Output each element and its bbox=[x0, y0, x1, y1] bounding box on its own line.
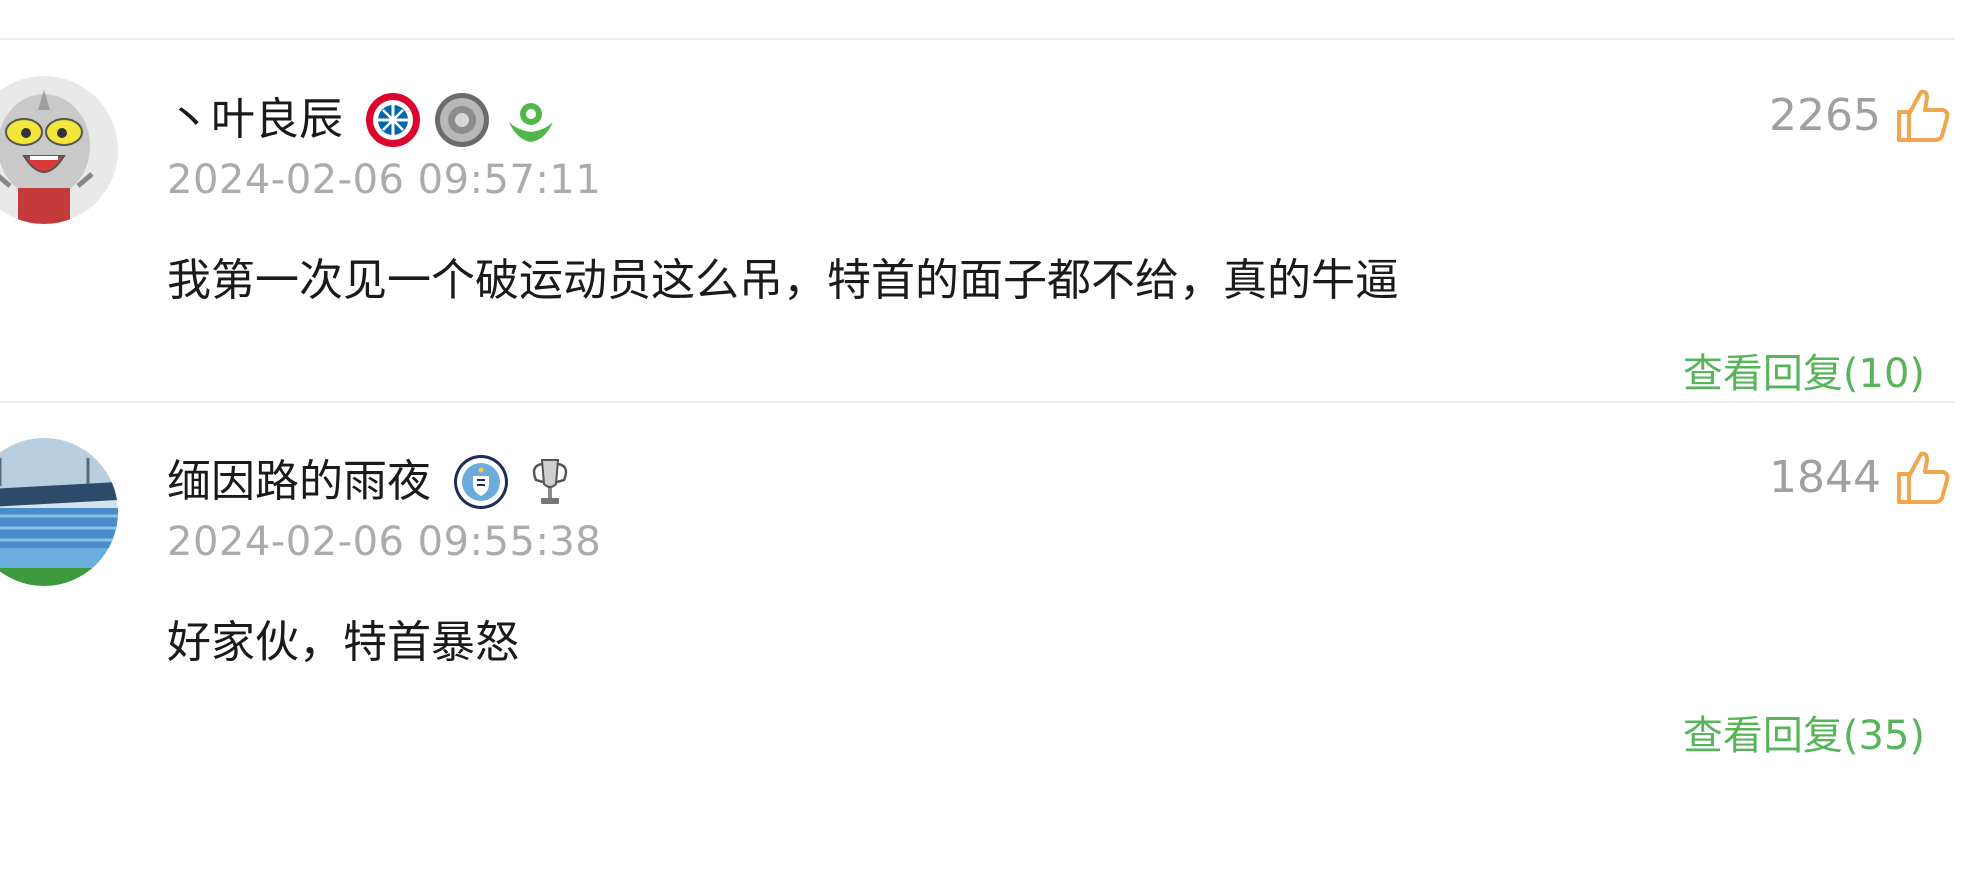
ultraman-avatar-icon bbox=[0, 76, 118, 224]
thumbs-up-icon[interactable] bbox=[1893, 448, 1953, 508]
like-button[interactable]: 1844 bbox=[1769, 438, 1953, 518]
comment-timestamp: 2024-02-06 09:55:38 bbox=[167, 519, 602, 565]
view-replies-link[interactable]: 查看回复(35) bbox=[1683, 716, 1925, 756]
like-count: 2265 bbox=[1769, 90, 1881, 141]
champions-league-trophy-icon[interactable] bbox=[522, 454, 578, 510]
comment-item: 缅因路的雨夜 2024-02-06 09:55:38 1844 好家伙，特首暴怒… bbox=[0, 438, 1971, 875]
user-row: 丶叶良辰 bbox=[167, 88, 572, 152]
username[interactable]: 缅因路的雨夜 bbox=[167, 460, 431, 504]
comment-content: 好家伙，特首暴怒 bbox=[167, 617, 519, 668]
username[interactable]: 丶叶良辰 bbox=[167, 98, 343, 142]
comment-timestamp: 2024-02-06 09:57:11 bbox=[167, 157, 602, 203]
avatar[interactable] bbox=[0, 438, 118, 586]
like-count: 1844 bbox=[1769, 452, 1881, 503]
like-button[interactable]: 2265 bbox=[1769, 76, 1953, 156]
avatar[interactable] bbox=[0, 76, 118, 224]
bayern-munich-badge-icon[interactable] bbox=[365, 92, 421, 148]
user-row: 缅因路的雨夜 bbox=[167, 450, 591, 514]
thumbs-up-icon[interactable] bbox=[1893, 86, 1953, 146]
comment-item: 丶叶良辰 2024-02-06 09:57:11 2265 我第一次见一个破运动… bbox=[0, 76, 1971, 394]
comment-divider bbox=[0, 401, 1955, 403]
top-divider bbox=[0, 38, 1955, 40]
green-football-hands-icon[interactable] bbox=[503, 92, 559, 148]
view-replies-link[interactable]: 查看回复(10) bbox=[1683, 354, 1925, 394]
comment-content: 我第一次见一个破运动员这么吊，特首的面子都不给，真的牛逼 bbox=[167, 255, 1399, 306]
stadium-avatar-icon bbox=[0, 438, 118, 586]
manchester-city-badge-icon[interactable] bbox=[453, 454, 509, 510]
silver-trophy-plate-icon[interactable] bbox=[434, 92, 490, 148]
